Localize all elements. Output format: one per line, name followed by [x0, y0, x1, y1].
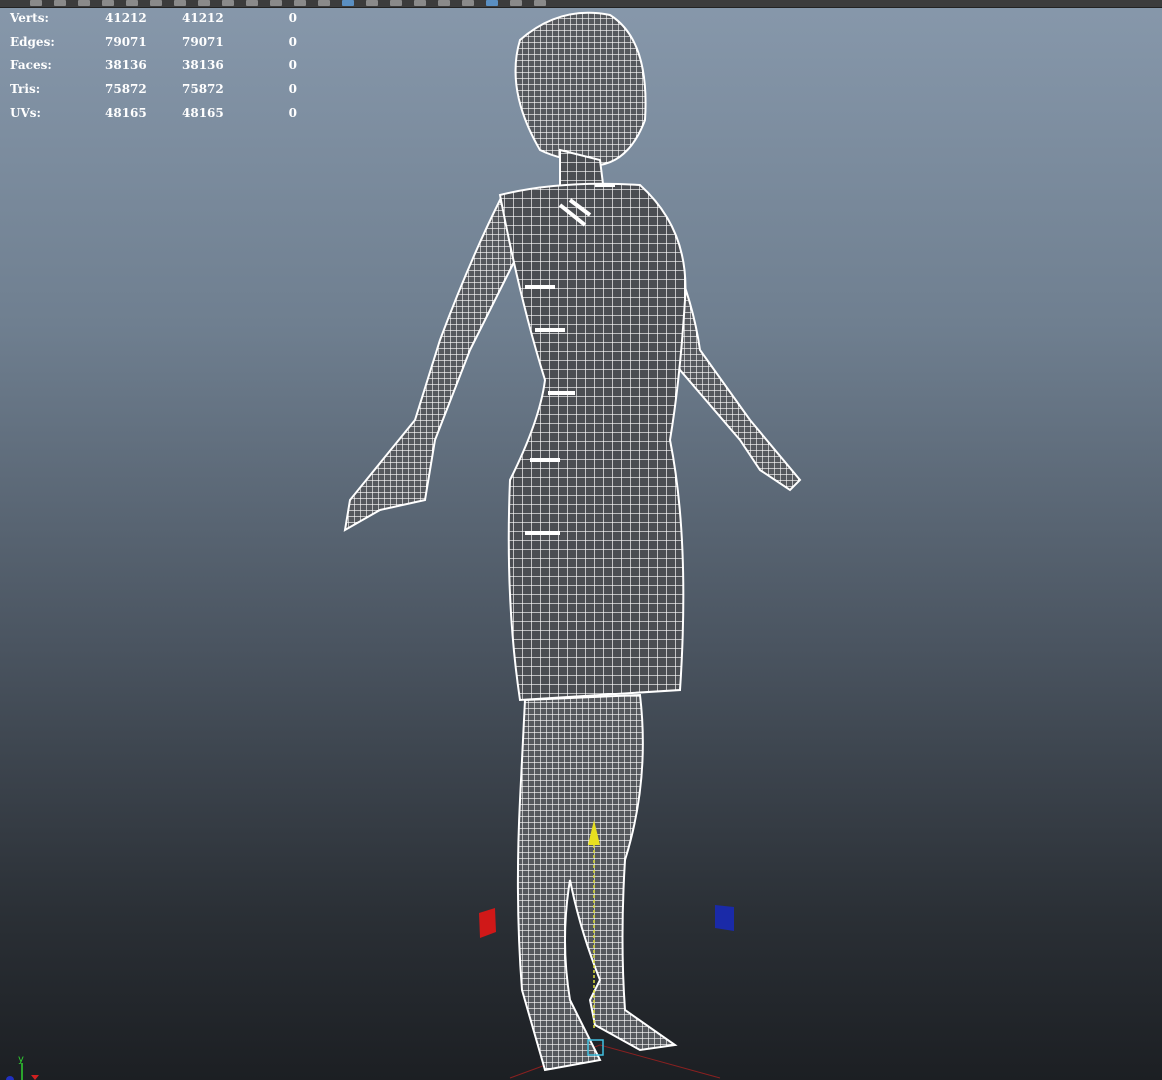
scale-handle-x-icon[interactable] — [479, 908, 496, 938]
axis-y-label: y — [18, 1054, 24, 1065]
viewport-scene[interactable]: y — [0, 0, 1162, 1080]
scale-handle-z-icon[interactable] — [715, 905, 734, 931]
view-axis-indicator: y — [6, 1054, 39, 1080]
